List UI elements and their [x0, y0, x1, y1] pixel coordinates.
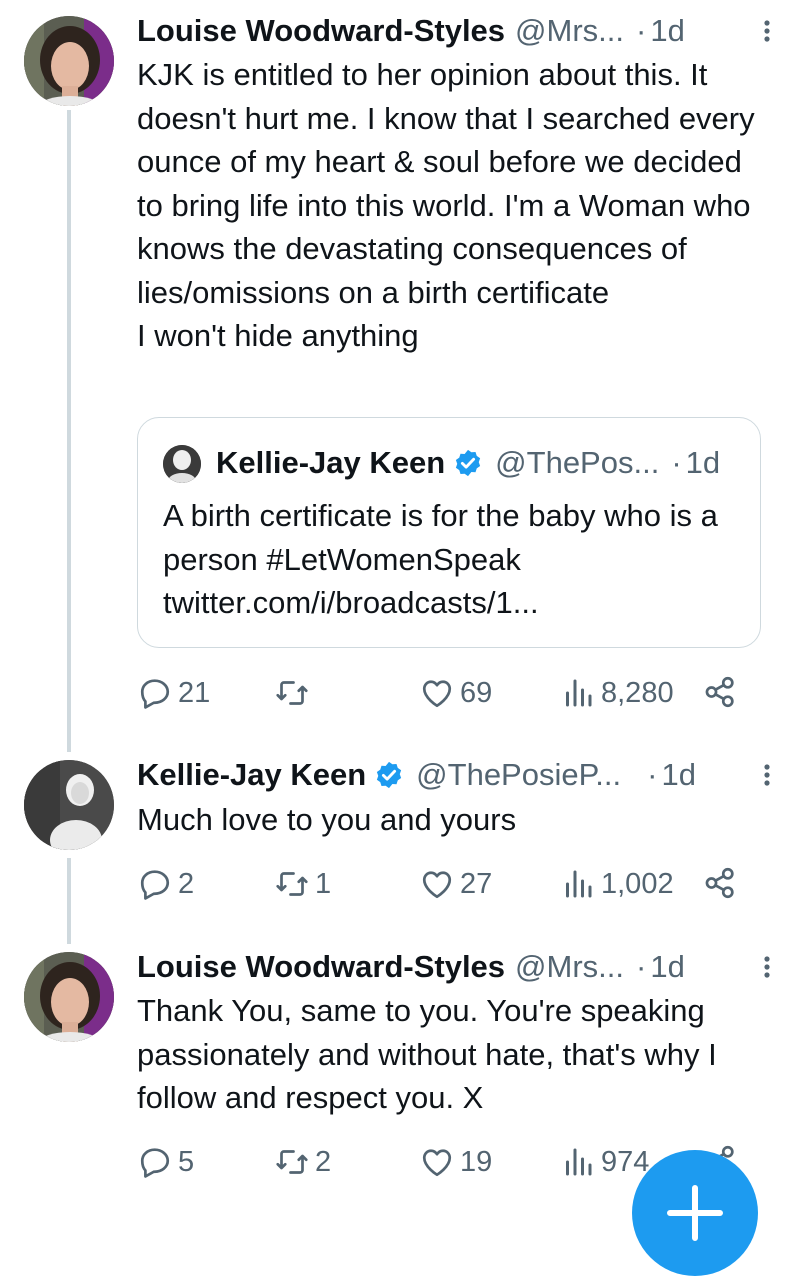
handle: @ThePos... — [495, 445, 660, 480]
timestamp: 1d — [685, 445, 721, 480]
like-count: 19 — [460, 1145, 493, 1178]
compose-plus-icon — [667, 1185, 723, 1241]
more-options-icon[interactable] — [757, 11, 777, 51]
like-button[interactable]: 27 — [419, 862, 492, 906]
separator-dot: · — [647, 757, 658, 792]
views-icon — [566, 679, 592, 707]
display-name[interactable]: Louise Woodward-Styles — [137, 13, 505, 49]
compose-button[interactable] — [632, 1150, 758, 1276]
avatar — [163, 445, 201, 483]
quoted-tweet-text: A birth certificate is for the baby who … — [163, 498, 718, 620]
tweet-text: Thank You, same to you. You're speaking … — [137, 993, 717, 1115]
tweet-actions: 2 1 27 1,002 — [137, 862, 767, 906]
separator-dot: · — [636, 13, 647, 48]
reply-icon — [140, 1148, 170, 1178]
retweet-button[interactable] — [274, 671, 315, 715]
tweet-text: Much love to you and yours — [137, 802, 517, 837]
avatar[interactable] — [24, 16, 114, 106]
views-icon — [566, 870, 592, 898]
tweet-header: Louise Woodward-Styles @Mrs... · 1d — [137, 947, 769, 987]
reply-icon — [140, 870, 170, 900]
share-icon[interactable] — [703, 673, 737, 711]
retweet-icon — [276, 872, 308, 896]
more-options-icon[interactable] — [757, 947, 777, 987]
tweet-text: KJK is entitled to her opinion about thi… — [137, 57, 755, 353]
display-name[interactable]: Louise Woodward-Styles — [137, 949, 505, 985]
share-icon[interactable] — [703, 864, 737, 902]
reply-button[interactable]: 21 — [137, 671, 210, 715]
timestamp[interactable]: 1d — [650, 13, 684, 49]
reply-count: 2 — [178, 867, 195, 900]
views-count: 1,002 — [601, 867, 674, 900]
more-options-icon[interactable] — [757, 755, 777, 795]
reply-button[interactable]: 2 — [137, 862, 194, 906]
display-name[interactable]: Kellie-Jay Keen — [137, 757, 366, 793]
views-button[interactable]: 8,280 — [560, 671, 674, 715]
avatar[interactable] — [24, 952, 114, 1042]
like-count: 27 — [460, 867, 493, 900]
display-name: Kellie-Jay Keen — [216, 445, 446, 480]
tweet[interactable]: Kellie-Jay Keen @ThePosieP... · 1d Much … — [0, 750, 789, 944]
like-icon — [422, 1149, 452, 1177]
retweet-button[interactable]: 2 — [274, 1140, 331, 1184]
retweet-icon — [276, 1150, 308, 1174]
tweet-header: Louise Woodward-Styles @Mrs... · 1d — [137, 11, 769, 51]
reply-count: 21 — [178, 676, 211, 709]
timestamp[interactable]: 1d — [661, 757, 695, 793]
separator-dot: · — [671, 445, 682, 480]
like-icon — [422, 871, 452, 899]
verified-badge-icon — [453, 448, 483, 478]
reply-button[interactable]: 5 — [137, 1140, 194, 1184]
retweet-icon — [276, 681, 308, 705]
avatar[interactable] — [24, 760, 114, 850]
views-count: 8,280 — [601, 676, 674, 709]
handle[interactable]: @Mrs... — [515, 949, 624, 985]
quoted-tweet[interactable]: Kellie-Jay Keen @ThePos... · 1d A birth … — [137, 417, 761, 648]
quoted-tweet-header: Kellie-Jay Keen @ThePos... · 1d — [216, 443, 740, 483]
tweet-actions: 21 69 8,280 — [137, 671, 767, 715]
views-button[interactable]: 1,002 — [560, 862, 674, 906]
retweet-button[interactable]: 1 — [274, 862, 331, 906]
handle[interactable]: @ThePosieP... — [416, 757, 621, 793]
verified-badge-icon — [374, 760, 404, 790]
tweet-header: Kellie-Jay Keen @ThePosieP... · 1d — [137, 755, 769, 795]
reply-icon — [140, 679, 170, 709]
views-icon — [566, 1148, 592, 1176]
separator-dot: · — [636, 949, 647, 984]
retweet-count: 1 — [315, 867, 332, 900]
like-button[interactable]: 19 — [419, 1140, 492, 1184]
like-icon — [422, 680, 452, 708]
reply-count: 5 — [178, 1145, 195, 1178]
handle[interactable]: @Mrs... — [515, 13, 624, 49]
retweet-count: 2 — [315, 1145, 332, 1178]
tweet[interactable]: Louise Woodward-Styles @Mrs... · 1d KJK … — [0, 0, 789, 750]
timestamp[interactable]: 1d — [650, 949, 684, 985]
like-button[interactable]: 69 — [419, 671, 492, 715]
like-count: 69 — [460, 676, 493, 709]
